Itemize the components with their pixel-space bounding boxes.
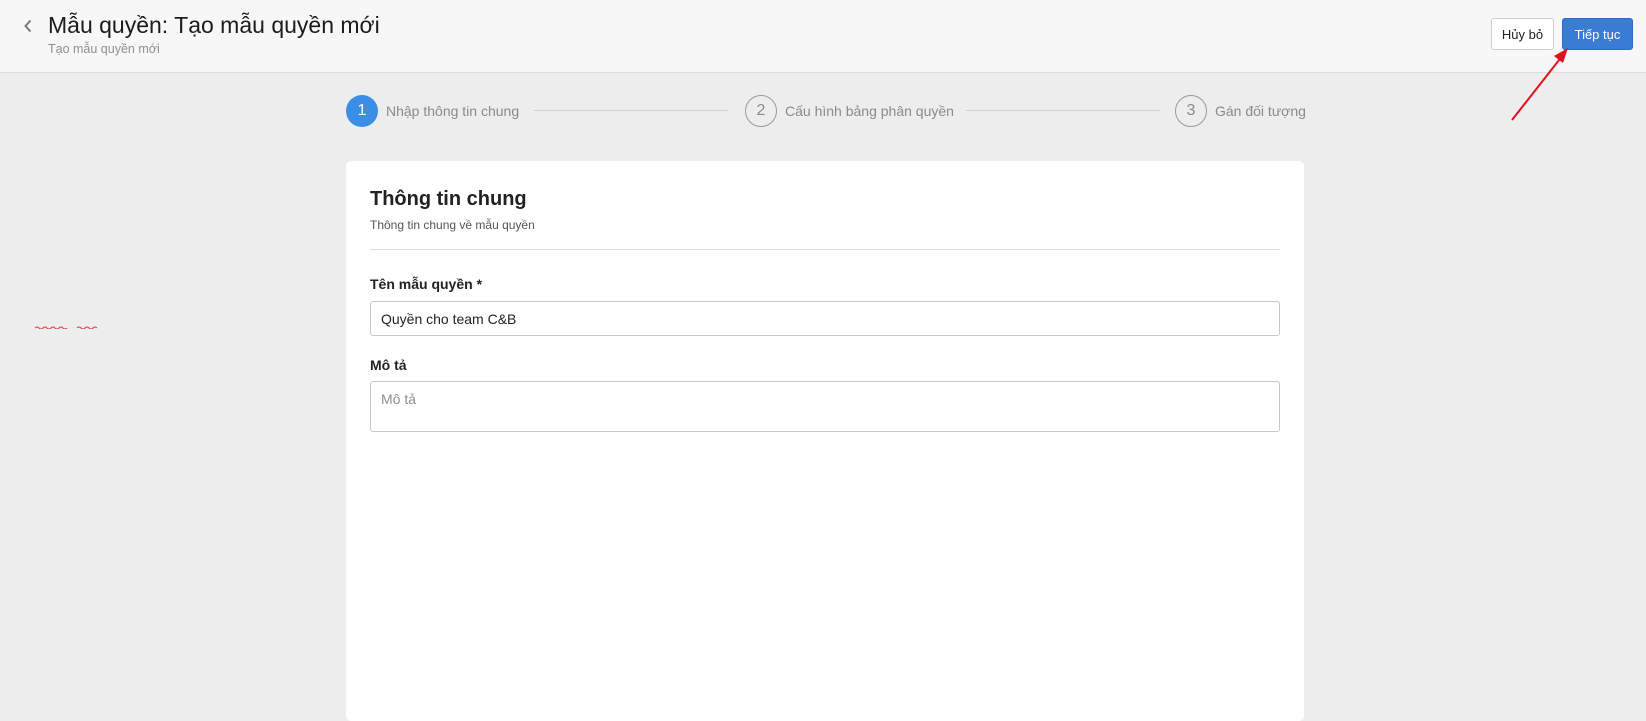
page-subtitle: Tạo mẫu quyền mới [48, 42, 160, 56]
step-label: Nhập thông tin chung [386, 103, 520, 119]
step-3: 3 Gán đối tượng [1175, 94, 1306, 128]
section-subtitle: Thông tin chung về mẫu quyền [370, 218, 535, 232]
step-label: Cấu hình bảng phân quyền [785, 103, 954, 119]
name-input[interactable] [370, 301, 1280, 336]
spellcheck-underline [35, 326, 98, 329]
section-title: Thông tin chung [370, 188, 527, 210]
step-label: Gán đối tượng [1215, 103, 1306, 119]
step-number: 3 [1175, 95, 1207, 127]
back-button[interactable] [18, 14, 38, 38]
page-title: Mẫu quyền: Tạo mẫu quyền mới [48, 12, 380, 38]
name-field-label: Tên mẫu quyền * [370, 276, 483, 292]
step-connector [966, 110, 1160, 111]
step-number: 1 [346, 95, 378, 127]
continue-button[interactable]: Tiếp tục [1562, 18, 1633, 50]
chevron-left-icon [24, 19, 32, 33]
divider [370, 249, 1280, 250]
step-1: 1 Nhập thông tin chung [346, 94, 519, 128]
general-info-card: Thông tin chung Thông tin chung về mẫu q… [346, 161, 1304, 721]
step-2: 2 Cấu hình bảng phân quyền [745, 94, 954, 128]
description-textarea[interactable] [370, 381, 1280, 432]
description-field-label: Mô tả [370, 357, 407, 373]
step-connector [534, 110, 728, 111]
top-bar: Mẫu quyền: Tạo mẫu quyền mới Tạo mẫu quy… [0, 0, 1646, 73]
step-number: 2 [745, 95, 777, 127]
stepper: 1 Nhập thông tin chung 2 Cấu hình bảng p… [346, 94, 1306, 128]
cancel-button[interactable]: Hủy bỏ [1491, 18, 1554, 50]
